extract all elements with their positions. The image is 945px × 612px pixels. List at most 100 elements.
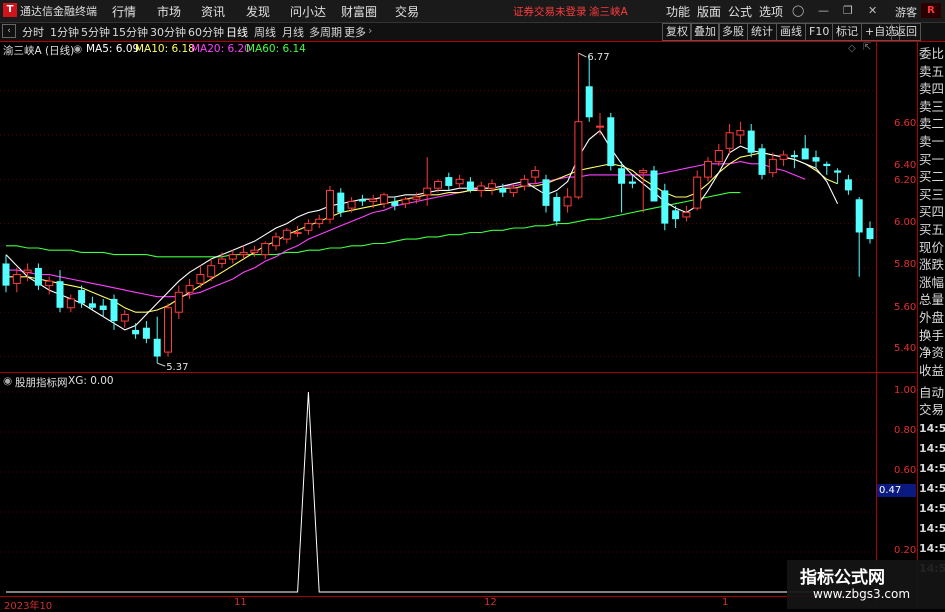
candle-body-up (23, 269, 32, 273)
y-tick-label: 6.00 (894, 217, 917, 228)
candle-body-down (812, 157, 820, 162)
y-tick-label: 6.60 (894, 118, 917, 129)
menu-xuanxiang[interactable]: 选项 (759, 3, 783, 20)
candle-body-up (531, 169, 540, 178)
tab-60min[interactable]: 60分钟 (188, 24, 224, 40)
candle-body-down (110, 298, 118, 322)
candle-body-up (185, 285, 194, 293)
menu-jiaoyi[interactable]: 交易 (395, 3, 419, 20)
y-tick-label: 5.80 (894, 259, 917, 270)
quote-field-label: 委比 (919, 46, 945, 61)
biaoji-button[interactable]: 标记 (832, 23, 862, 41)
quote-field-label: 涨幅 (919, 274, 945, 290)
f10-button[interactable]: F10 (805, 23, 834, 41)
menu-gongshi[interactable]: 公式 (728, 3, 752, 20)
menu-wenxiaoda[interactable]: 问小达 (290, 3, 326, 20)
duogu-button[interactable]: 多股 (718, 23, 748, 41)
guest-label[interactable]: 游客 (895, 4, 917, 20)
candle-body-down (823, 163, 831, 167)
candle-body-up (509, 187, 518, 194)
candle-body-up (282, 229, 291, 240)
high-price-label: 6.77 (587, 52, 609, 63)
candle-body-down (142, 327, 150, 339)
candle-body-down (650, 170, 658, 202)
candle-body-up (120, 313, 129, 322)
candle-body-down (855, 199, 863, 233)
auto-trade-label[interactable]: 交易 (919, 402, 944, 417)
candlestick-chart[interactable]: 6.77 5.37 (0, 42, 876, 372)
diejia-button[interactable]: 叠加 (690, 23, 720, 41)
candle-body-up (228, 254, 237, 260)
menu-banmian[interactable]: 版面 (697, 3, 721, 20)
candle-body-up (272, 236, 280, 247)
menu-hangqing[interactable]: 行情 (112, 3, 136, 20)
x-tick-label: 12 (484, 597, 497, 608)
low-marker-line (157, 362, 166, 367)
tab-more[interactable]: 更多 (344, 24, 366, 40)
quote-field-label: 净资 (919, 345, 945, 361)
candle-body-down (758, 148, 766, 175)
huaxian-button[interactable]: 画线 (776, 23, 806, 41)
sub-y-tick: 0.80 (894, 425, 917, 436)
candle-body-up (725, 132, 734, 149)
tick-time: 14:56 (919, 502, 945, 515)
close-icon[interactable]: ✕ (868, 4, 877, 17)
candle-body-down (672, 210, 680, 220)
tongji-button[interactable]: 统计 (747, 23, 777, 41)
candle-body-down (153, 338, 161, 357)
candle-body-up (196, 274, 205, 284)
candle-body-down (132, 329, 140, 335)
candle-body-up (423, 187, 432, 196)
return-button[interactable]: 返回 (891, 23, 921, 41)
menu-gongneng[interactable]: 功能 (666, 3, 690, 20)
sub-y-tick: 0.20 (894, 545, 917, 556)
tab-fenshi[interactable]: 分时 (22, 24, 44, 40)
candle-body-up (412, 196, 421, 200)
candle-body-up (239, 251, 248, 256)
tab-day[interactable]: 日线 (226, 24, 248, 40)
quote-field-label: 收益 (919, 362, 945, 378)
candle-body-up (714, 150, 723, 163)
quote-field-label: 现价 (919, 239, 945, 255)
ma20-line (6, 161, 806, 298)
minimize-icon[interactable]: — (818, 4, 829, 17)
indicator-chart[interactable] (0, 374, 876, 596)
user-icon[interactable]: ◯ (792, 4, 804, 17)
menu-faxian[interactable]: 发现 (246, 3, 270, 20)
candle-body-up (693, 176, 702, 209)
more-chevron-icon[interactable]: › (368, 24, 372, 37)
candle-body-up (520, 178, 529, 187)
menu-zixun[interactable]: 资讯 (201, 3, 225, 20)
candle-body-down (499, 188, 507, 193)
tab-30min[interactable]: 30分钟 (150, 24, 186, 40)
sub-y-tick: 0.60 (894, 465, 917, 476)
candle-body-up (596, 125, 604, 128)
tab-1min[interactable]: 1分钟 (50, 24, 79, 40)
x-tick-label: 1 (722, 597, 729, 608)
tick-time: 14:56 (919, 422, 945, 435)
candle-body-down (747, 130, 755, 153)
candle-body-down (466, 181, 474, 191)
tab-15min[interactable]: 15分钟 (112, 24, 148, 40)
restore-icon[interactable]: ❐ (843, 4, 853, 17)
menu-caifuquan[interactable]: 财富圈 (341, 3, 377, 20)
quote-field-label: 卖五 (919, 63, 945, 79)
tick-time: 14:56 (919, 462, 945, 475)
candle-body-up (380, 194, 388, 205)
menu-shichang[interactable]: 市场 (157, 3, 181, 20)
candle-body-up (639, 169, 648, 174)
tab-multi-period[interactable]: 多周期 (309, 24, 342, 40)
tab-month[interactable]: 月线 (282, 24, 304, 40)
tab-week[interactable]: 周线 (254, 24, 276, 40)
tab-5min[interactable]: 5分钟 (81, 24, 110, 40)
back-arrow-icon[interactable]: ‹ (2, 24, 16, 38)
axis-divider (876, 42, 877, 609)
candle-body-up (434, 181, 442, 189)
fuquan-button[interactable]: 复权 (662, 23, 692, 41)
auto-trade-label[interactable]: 自动 (919, 385, 944, 400)
r-logo: R (921, 3, 941, 18)
candle-body-up (736, 130, 745, 136)
candle-body-down (661, 190, 669, 224)
candle-body-down (358, 199, 366, 202)
candle-body-down (607, 117, 615, 167)
